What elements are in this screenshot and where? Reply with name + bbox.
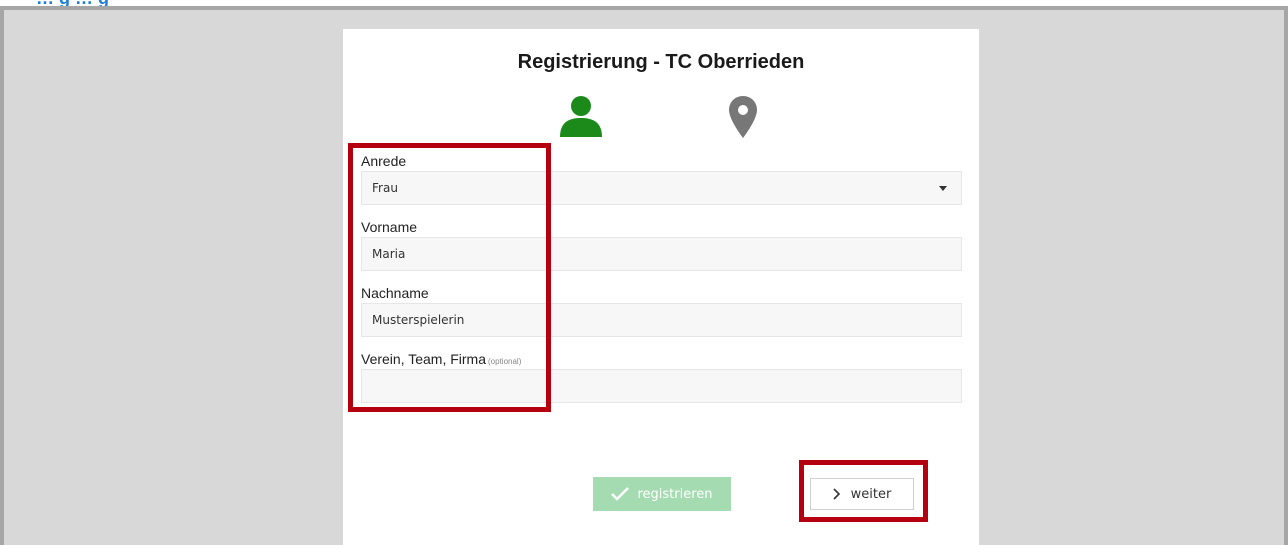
annotation-box-fields bbox=[348, 143, 551, 412]
user-icon[interactable] bbox=[559, 95, 603, 142]
annotation-box-next bbox=[799, 460, 928, 522]
register-button[interactable]: registrieren bbox=[593, 477, 731, 511]
caret-down-icon bbox=[939, 186, 947, 191]
form-title: Registrierung - TC Oberrieden bbox=[517, 51, 805, 73]
checkmark-icon bbox=[611, 487, 630, 501]
document-page: … g … g Registrierung - TC Oberrieden An… bbox=[0, 0, 1288, 545]
location-pin-icon[interactable] bbox=[728, 95, 758, 144]
register-label: registrieren bbox=[637, 486, 713, 502]
